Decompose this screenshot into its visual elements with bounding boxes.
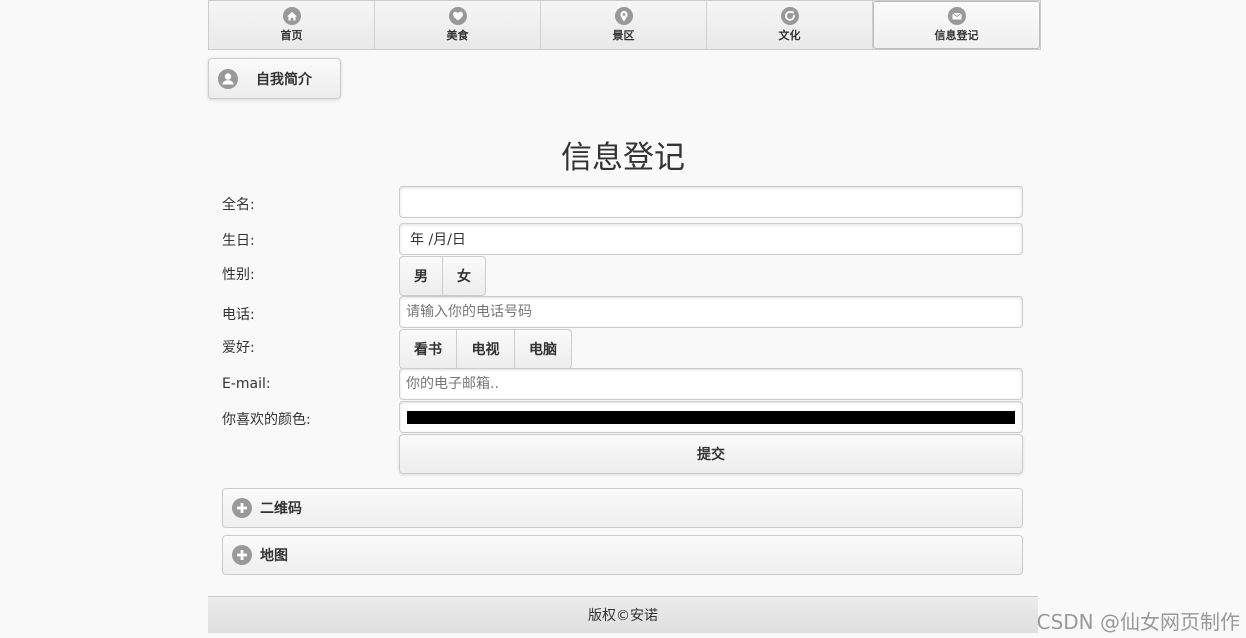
email-input[interactable] [399,368,1023,400]
gender-selector: 男 女 [399,256,486,296]
user-icon [218,68,238,89]
gender-label: 性别: [222,267,255,283]
phone-label: 电话: [222,307,255,323]
color-picker[interactable] [399,401,1023,433]
home-icon [282,7,301,25]
nav-item-home[interactable]: 首页 [209,1,375,49]
nav-item-label: 信息登记 [934,29,979,42]
nav-item-register[interactable]: 信息登记 [873,1,1040,49]
birthday-label: 生日: [222,233,255,249]
fullname-label: 全名: [222,197,255,213]
top-nav: 首页 美食 景区 文化 信息登记 [208,0,1041,50]
collapsible-label: 二维码 [260,501,302,517]
color-swatch [407,410,1015,424]
fullname-input[interactable] [399,186,1023,218]
gender-option-male[interactable]: 男 [400,257,443,295]
footer: 版权©安诺 [208,596,1038,633]
hobby-label: 爱好: [222,340,255,356]
birthday-input[interactable]: 年 /月/日 [399,223,1023,255]
hobby-option-tv[interactable]: 电视 [457,330,515,368]
plus-icon [232,498,252,518]
footer-text: 版权©安诺 [588,608,658,624]
hobby-option-computer[interactable]: 电脑 [515,330,571,368]
nav-item-label: 美食 [446,29,469,42]
location-icon [614,7,633,25]
phone-input[interactable] [399,296,1023,328]
color-label: 你喜欢的颜色: [222,412,311,428]
page-title: 信息登记 [561,140,685,176]
watermark: CSDN @仙女网页制作 [1036,610,1240,634]
email-label: E-mail: [222,376,271,392]
intro-button[interactable]: 自我简介 [208,58,341,99]
intro-button-label: 自我简介 [256,71,312,88]
birthday-placeholder: 年 /月/日 [410,232,466,248]
hobby-selector: 看书 电视 电脑 [399,329,572,369]
collapsible-label: 地图 [260,548,288,564]
collapsible-qrcode[interactable]: 二维码 [222,488,1023,528]
submit-button[interactable]: 提交 [399,434,1023,474]
heart-icon [448,7,467,25]
nav-item-label: 首页 [280,29,303,42]
submit-button-label: 提交 [697,447,725,463]
mail-icon [947,7,966,25]
nav-item-culture[interactable]: 文化 [707,1,873,49]
nav-item-label: 文化 [778,29,801,42]
nav-item-food[interactable]: 美食 [375,1,541,49]
nav-item-label: 景区 [612,29,635,42]
gender-option-female[interactable]: 女 [443,257,485,295]
refresh-icon [780,7,799,25]
collapsible-map[interactable]: 地图 [222,535,1023,575]
nav-item-scenic[interactable]: 景区 [541,1,707,49]
plus-icon [232,545,252,565]
hobby-option-reading[interactable]: 看书 [400,330,457,368]
